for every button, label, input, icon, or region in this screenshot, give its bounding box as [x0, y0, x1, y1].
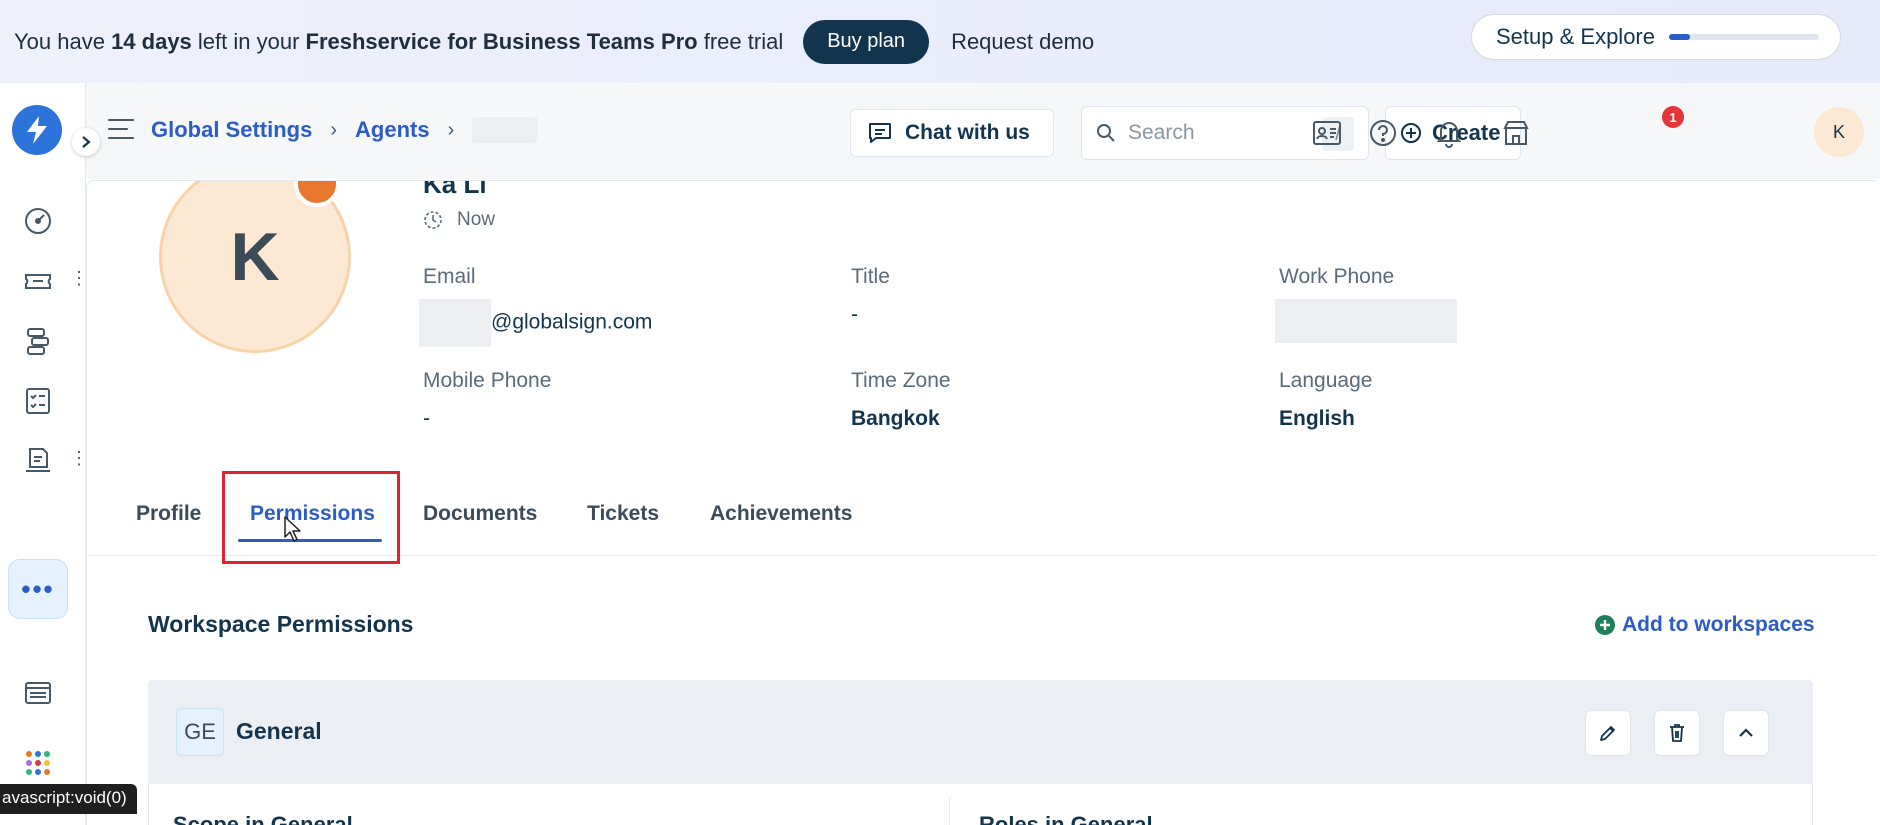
work-phone-field: Work Phone	[1275, 265, 1457, 343]
chevron-up-icon	[1739, 728, 1753, 737]
title-label: Title	[851, 265, 890, 288]
reports-icon[interactable]	[22, 677, 54, 709]
highlight-annotation	[222, 471, 400, 564]
agent-detail-card: K Ka Li Now Email @globalsign.com Title …	[86, 180, 1876, 825]
title-field: Title -	[851, 265, 890, 327]
plus-circle-icon	[1401, 123, 1421, 143]
setup-explore-button[interactable]: Setup & Explore	[1471, 14, 1841, 60]
chat-icon	[869, 123, 891, 143]
language-field: Language English	[1279, 369, 1372, 431]
add-to-workspaces-link[interactable]: Add to workspaces	[1594, 613, 1815, 637]
search-input[interactable]	[1128, 121, 1308, 145]
delete-workspace-button[interactable]	[1654, 710, 1700, 756]
setup-progress-bar	[1668, 34, 1819, 40]
scope-heading: Scope in General	[173, 812, 353, 825]
time-zone-label: Time Zone	[851, 369, 951, 392]
tab-documents[interactable]: Documents	[423, 502, 537, 526]
email-redacted	[419, 299, 491, 347]
setup-progress-fill	[1668, 34, 1690, 40]
title-value: -	[851, 303, 858, 326]
email-label: Email	[423, 265, 476, 288]
breadcrumb-agents[interactable]: Agents	[355, 117, 430, 143]
work-phone-label: Work Phone	[1279, 265, 1395, 288]
time-zone-value: Bangkok	[851, 407, 940, 430]
language-value: English	[1279, 407, 1355, 430]
browser-status-bar: avascript:void(0)	[0, 784, 137, 814]
breadcrumb-current-redacted	[472, 117, 539, 143]
left-navigation: ⋮ ⋮ •••	[0, 83, 88, 825]
mobile-phone-field: Mobile Phone -	[423, 369, 551, 431]
trash-icon	[1670, 724, 1684, 742]
roles-heading: Roles in General	[979, 812, 1153, 825]
collapse-workspace-button[interactable]	[1723, 710, 1769, 756]
setup-explore-label: Setup & Explore	[1496, 24, 1655, 49]
edit-workspace-button[interactable]	[1585, 710, 1631, 756]
chevron-right-icon: ›	[330, 118, 338, 141]
top-header: Global Settings › Agents › Chat with us …	[86, 83, 1880, 179]
add-to-workspaces-label: Add to workspaces	[1622, 613, 1815, 636]
contacts-icon[interactable]	[1310, 116, 1344, 150]
freshservice-logo-icon[interactable]	[12, 105, 62, 155]
tickets-icon[interactable]	[22, 265, 54, 297]
user-avatar[interactable]: K	[1814, 107, 1864, 157]
request-demo-link[interactable]: Request demo	[951, 29, 1094, 55]
tab-achievements[interactable]: Achievements	[710, 502, 852, 526]
tasks-checklist-icon[interactable]	[22, 385, 54, 417]
assets-icon[interactable]	[22, 445, 54, 477]
workflow-icon[interactable]	[22, 325, 54, 357]
email-field: Email @globalsign.com	[419, 265, 653, 347]
breadcrumb: Global Settings › Agents ›	[151, 117, 539, 143]
workspace-panel-general: GE General	[148, 680, 1813, 784]
marketplace-icon[interactable]	[1499, 116, 1533, 150]
language-label: Language	[1279, 369, 1373, 392]
search-icon	[1097, 124, 1115, 142]
bell-icon[interactable]	[1432, 116, 1466, 150]
chat-label: Chat with us	[905, 121, 1030, 144]
breadcrumb-global-settings[interactable]: Global Settings	[151, 117, 312, 143]
agent-name: Ka Li	[423, 180, 487, 199]
clock-icon	[424, 211, 442, 229]
mobile-phone-label: Mobile Phone	[423, 369, 552, 392]
more-apps-button[interactable]: •••	[8, 559, 68, 619]
menu-icon[interactable]	[108, 119, 134, 141]
pencil-icon	[1600, 726, 1615, 741]
notification-badge: 1	[1662, 106, 1684, 128]
help-icon[interactable]	[1366, 116, 1400, 150]
chat-with-us-button[interactable]: Chat with us	[850, 109, 1054, 157]
apps-grid-icon[interactable]	[22, 747, 54, 779]
email-value: @globalsign.com	[491, 310, 653, 334]
workspace-panel-body: Scope in General Roles in General	[148, 784, 1813, 825]
plus-circle-icon	[1595, 615, 1615, 635]
workspace-name: General	[236, 718, 322, 744]
work-phone-redacted	[1275, 299, 1457, 343]
tab-tickets[interactable]: Tickets	[587, 502, 659, 526]
mobile-phone-value: -	[423, 407, 430, 430]
last-seen-value: Now	[457, 209, 496, 230]
workspace-permissions-title: Workspace Permissions	[148, 611, 414, 637]
dashboard-icon[interactable]	[22, 205, 54, 237]
expand-sidebar-button[interactable]	[72, 128, 100, 156]
trial-text: You have 14 days left in your Freshservi…	[14, 28, 784, 54]
chevron-right-icon: ›	[447, 118, 455, 141]
workspace-badge: GE	[176, 708, 224, 756]
time-zone-field: Time Zone Bangkok	[851, 369, 951, 431]
buy-plan-button[interactable]: Buy plan	[803, 19, 930, 64]
tab-profile[interactable]: Profile	[136, 502, 201, 526]
column-divider	[949, 798, 950, 825]
last-seen: Now	[423, 209, 495, 231]
mouse-cursor-icon	[283, 515, 303, 548]
chevron-right-icon	[82, 136, 91, 148]
